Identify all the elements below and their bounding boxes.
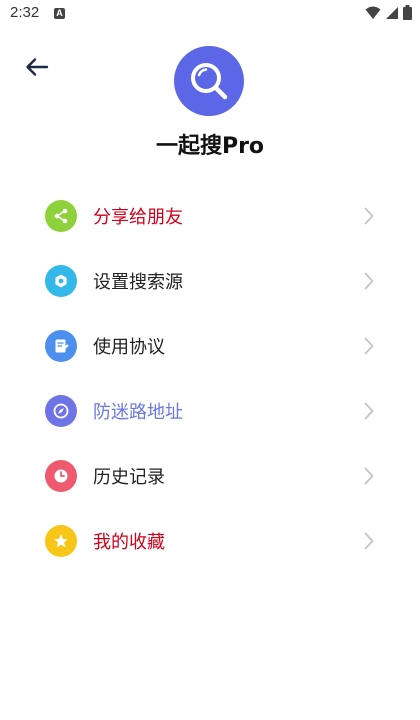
menu-item-backup-address[interactable]: 防迷路地址 <box>0 378 420 443</box>
menu-item-search-source[interactable]: 设置搜索源 <box>0 248 420 313</box>
menu-item-favorites[interactable]: 我的收藏 <box>0 508 420 573</box>
chevron-right-icon <box>362 206 376 226</box>
arrow-left-icon <box>26 58 49 76</box>
menu-item-label: 历史记录 <box>93 466 165 488</box>
menu-item-label: 分享给朋友 <box>93 206 183 228</box>
status-bar: 2:32 A <box>0 0 420 28</box>
menu-item-label: 使用协议 <box>93 336 165 358</box>
chevron-right-icon <box>362 271 376 291</box>
menu-item-share[interactable]: 分享给朋友 <box>0 183 420 248</box>
clock-icon <box>45 459 77 492</box>
status-time: 2:32 <box>10 4 40 21</box>
menu-list: 分享给朋友 设置搜索源 使用协议 防迷路地址 历史记录 我的收藏 <box>0 183 420 573</box>
notification-icon: A <box>54 8 65 19</box>
app-title: 一起搜Pro <box>155 134 265 159</box>
menu-item-user-agreement[interactable]: 使用协议 <box>0 313 420 378</box>
chevron-right-icon <box>362 336 376 356</box>
menu-item-label: 我的收藏 <box>93 531 165 553</box>
menu-item-label: 防迷路地址 <box>93 401 183 423</box>
app-logo <box>174 46 244 116</box>
chevron-right-icon <box>362 401 376 421</box>
wifi-icon <box>365 6 381 19</box>
back-button[interactable] <box>22 54 52 80</box>
document-edit-icon <box>45 329 77 362</box>
compass-icon <box>45 394 77 427</box>
signal-icon <box>386 6 398 19</box>
status-indicators <box>365 5 412 20</box>
battery-icon <box>403 5 412 20</box>
menu-item-history[interactable]: 历史记录 <box>0 443 420 508</box>
chevron-right-icon <box>362 466 376 486</box>
star-icon <box>45 524 77 557</box>
magnifier-icon <box>191 63 228 100</box>
gear-icon <box>45 264 77 297</box>
chevron-right-icon <box>362 531 376 551</box>
share-icon <box>45 199 77 232</box>
menu-item-label: 设置搜索源 <box>93 271 183 293</box>
